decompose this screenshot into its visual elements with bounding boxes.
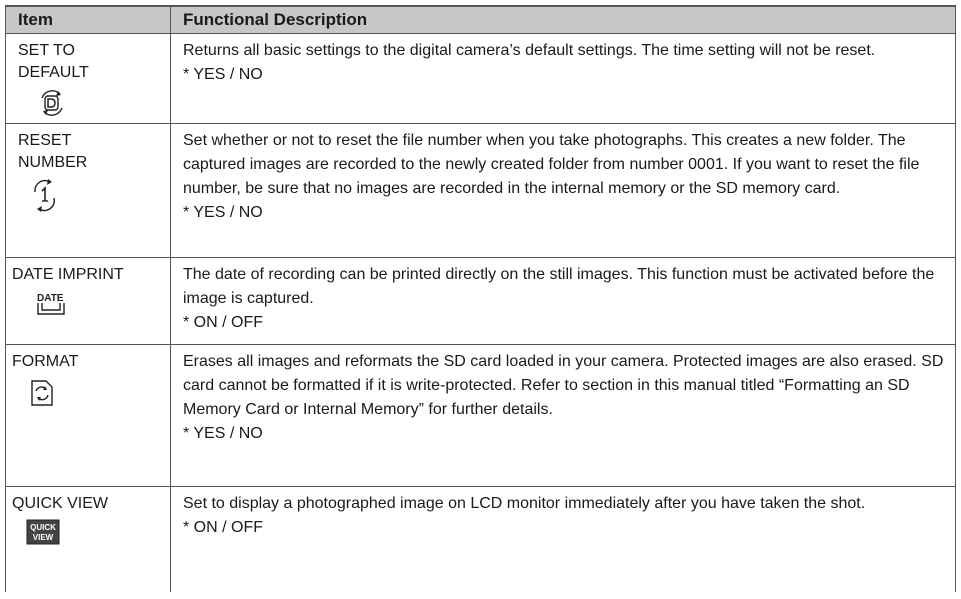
- item-cell: SET TO DEFAULT: [5, 33, 171, 124]
- option-values: * YES / NO: [183, 425, 263, 442]
- description-text: The date of recording can be printed dir…: [183, 266, 935, 307]
- description-text: Set whether or not to reset the file num…: [183, 132, 920, 197]
- table-row: SET TO DEFAULT Returns all basic setting…: [5, 33, 956, 124]
- table-row: DATE IMPRINT DATE The date of recording …: [5, 257, 956, 345]
- item-cell: RESET NUMBER: [5, 123, 171, 258]
- option-values: * ON / OFF: [183, 314, 263, 331]
- option-values: * ON / OFF: [183, 519, 263, 536]
- view-icon-label: VIEW: [33, 533, 54, 542]
- item-name: QUICK VIEW: [12, 495, 109, 512]
- column-header-item: Item: [5, 5, 171, 34]
- description-cell: Erases all images and reformats the SD c…: [170, 344, 956, 487]
- item-name: DATE IMPRINT: [12, 266, 124, 283]
- option-values: * YES / NO: [183, 66, 263, 83]
- reset-defaults-icon: [36, 88, 70, 118]
- date-imprint-icon: DATE: [36, 290, 70, 320]
- description-cell: Returns all basic settings to the digita…: [170, 33, 956, 124]
- item-name: SET TO DEFAULT: [18, 42, 89, 81]
- table-row: FORMAT Erases all images and reformats t…: [5, 344, 956, 487]
- item-cell: FORMAT: [5, 344, 171, 487]
- description-text: Erases all images and reformats the SD c…: [183, 353, 944, 418]
- format-card-icon: [26, 377, 60, 407]
- table-header-row: Item Functional Description: [5, 5, 956, 34]
- item-name: RESET NUMBER: [18, 132, 88, 171]
- description-text: Set to display a photographed image on L…: [183, 495, 866, 512]
- description-cell: Set whether or not to reset the file num…: [170, 123, 956, 258]
- item-name: FORMAT: [12, 353, 79, 370]
- description-cell: Set to display a photographed image on L…: [170, 486, 956, 592]
- description-cell: The date of recording can be printed dir…: [170, 257, 956, 345]
- table-row: RESET NUMBER Set whether or not to reset…: [5, 123, 956, 258]
- item-cell: QUICK VIEW QUICK VIEW: [5, 486, 171, 592]
- quick-icon-label: QUICK: [30, 523, 56, 532]
- option-values: * YES / NO: [183, 204, 263, 221]
- table-row: QUICK VIEW QUICK VIEW Set to display a p…: [5, 486, 956, 592]
- date-icon-label: DATE: [37, 293, 64, 304]
- description-text: Returns all basic settings to the digita…: [183, 42, 876, 59]
- item-cell: DATE IMPRINT DATE: [5, 257, 171, 345]
- settings-table: Item Functional Description SET TO DEFAU…: [5, 5, 956, 592]
- column-header-description: Functional Description: [170, 5, 956, 34]
- reset-number-icon: [30, 178, 64, 212]
- quick-view-icon: QUICK VIEW: [26, 519, 60, 549]
